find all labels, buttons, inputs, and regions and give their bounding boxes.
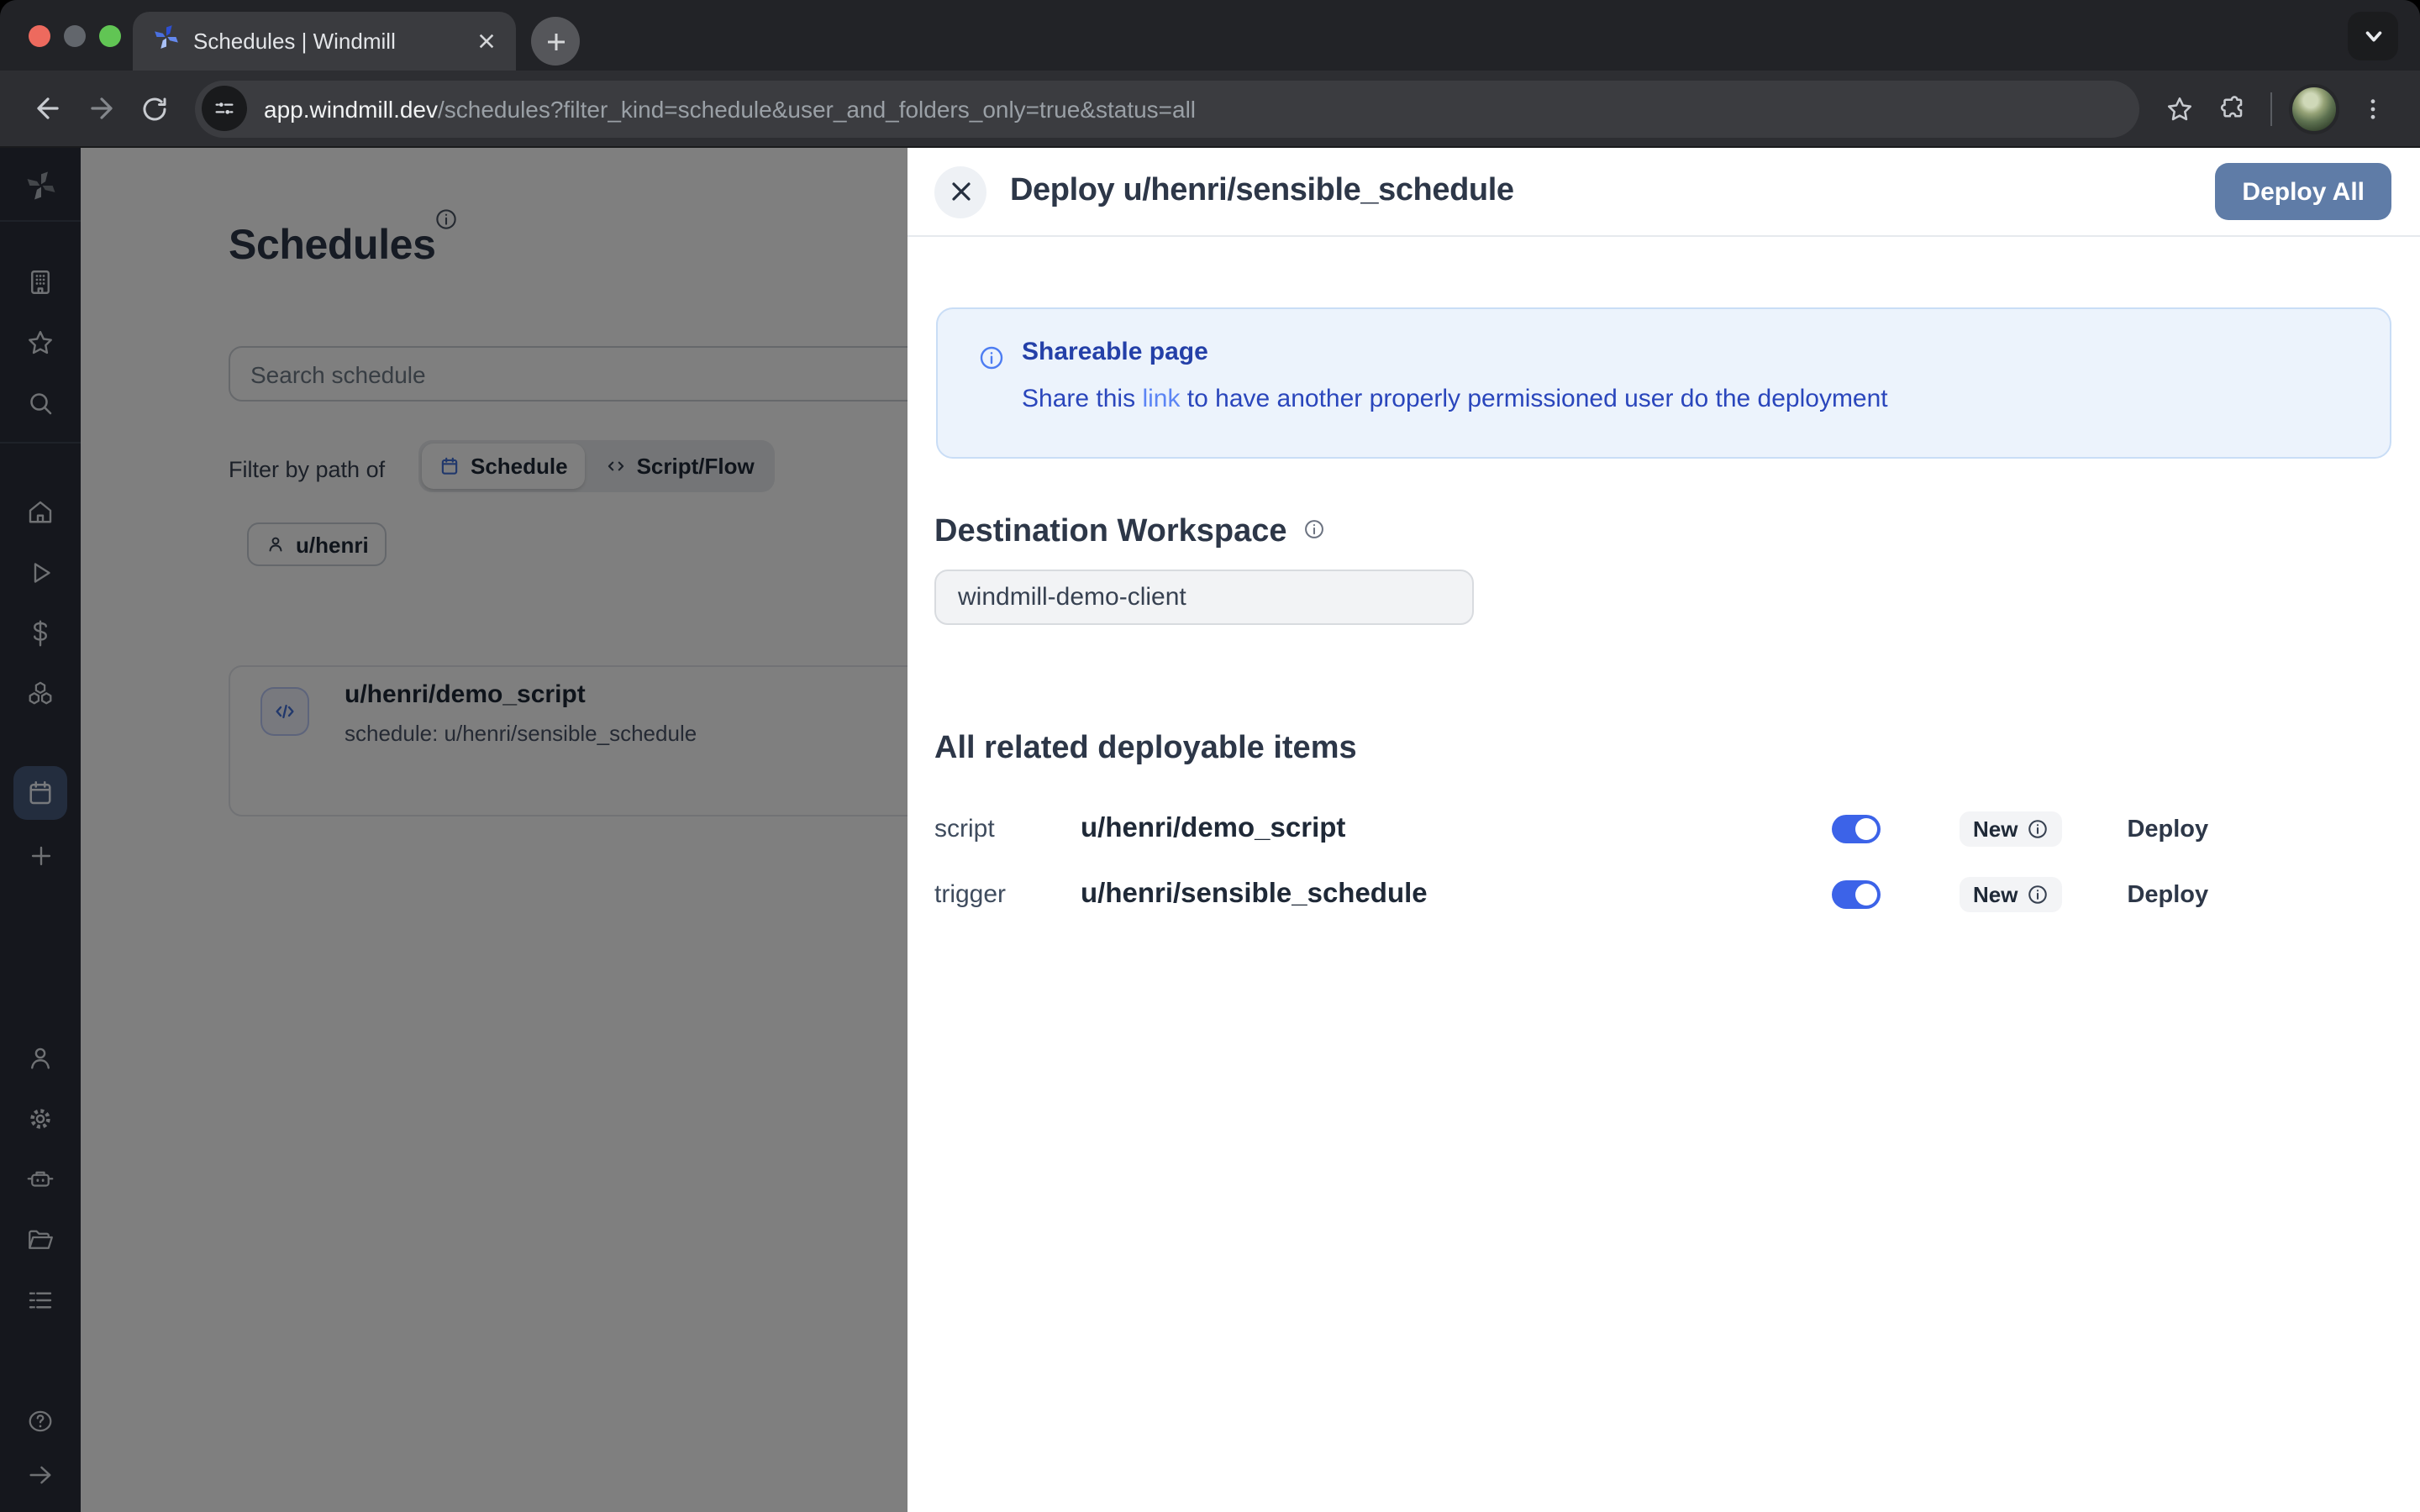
destination-workspace-input[interactable]	[934, 570, 1474, 625]
minimize-window-button[interactable]	[64, 25, 86, 47]
tab-title: Schedules | Windmill	[193, 29, 457, 54]
close-window-button[interactable]	[29, 25, 50, 47]
destination-workspace-heading: Destination Workspace	[934, 514, 1326, 551]
item-path: u/henri/demo_script	[1081, 813, 1832, 845]
item-enable-toggle[interactable]	[1832, 815, 1881, 843]
item-path: u/henri/sensible_schedule	[1081, 879, 1832, 911]
deploy-all-button[interactable]: Deploy All	[2215, 163, 2391, 220]
drawer-close-button[interactable]	[934, 165, 986, 218]
toggle-knob	[1855, 884, 1877, 906]
toggle-knob	[1855, 818, 1877, 840]
infobox-body-prefix: Share this	[1022, 385, 1142, 413]
item-deploy-button[interactable]: Deploy	[2127, 816, 2208, 843]
forward-button[interactable]	[74, 81, 128, 135]
zoom-window-button[interactable]	[99, 25, 121, 47]
deploy-drawer: Deploy u/henri/sensible_schedule Deploy …	[908, 148, 2420, 1512]
tab-schedules[interactable]: Schedules | Windmill	[133, 12, 516, 71]
site-settings-icon[interactable]	[202, 86, 247, 131]
drawer-header: Deploy u/henri/sensible_schedule Deploy …	[908, 148, 2420, 237]
browser-window: Schedules | Windmill	[0, 0, 2420, 1512]
windmill-favicon	[153, 24, 180, 59]
item-deploy-button[interactable]: Deploy	[2127, 881, 2208, 908]
extensions-puzzle-icon[interactable]	[2207, 81, 2260, 135]
new-tab-button[interactable]	[531, 17, 580, 66]
destination-workspace-label: Destination Workspace	[934, 514, 1287, 551]
deployable-items-list: script u/henri/demo_script New Deploy tr…	[934, 796, 2403, 927]
item-kind: trigger	[934, 880, 1081, 909]
destination-info-icon[interactable]	[1302, 514, 1326, 551]
address-bar[interactable]: app.windmill.dev/schedules?filter_kind=s…	[195, 80, 2139, 137]
deployable-items-heading: All related deployable items	[934, 731, 1357, 768]
reload-button[interactable]	[128, 81, 182, 135]
toolbar-divider	[2270, 92, 2272, 125]
url-domain: app.windmill.dev	[264, 95, 438, 122]
back-button[interactable]	[20, 81, 74, 135]
infobox-body-suffix: to have another properly permissioned us…	[1180, 385, 1887, 413]
info-circle-icon	[978, 344, 1005, 380]
item-enable-toggle[interactable]	[1832, 880, 1881, 909]
item-status-badge: New	[1960, 877, 2061, 912]
badge-label: New	[1973, 882, 2018, 907]
browser-menu-icon[interactable]	[2346, 81, 2400, 135]
traffic-lights	[29, 25, 121, 47]
url-path: /schedules?filter_kind=schedule&user_and…	[438, 95, 1196, 122]
browser-toolbar: app.windmill.dev/schedules?filter_kind=s…	[0, 71, 2420, 148]
tab-search-chevron-button[interactable]	[2348, 12, 2398, 60]
deployable-item-row: script u/henri/demo_script New Deploy	[934, 796, 2403, 862]
badge-info-icon[interactable]	[2026, 818, 2048, 840]
tab-strip: Schedules | Windmill	[0, 0, 2420, 71]
infobox-body: Share this link to have another properly…	[1022, 385, 1888, 413]
tab-close-icon[interactable]	[471, 26, 501, 56]
deployable-item-row: trigger u/henri/sensible_schedule New De…	[934, 862, 2403, 927]
profile-avatar[interactable]	[2289, 83, 2339, 134]
modal-overlay[interactable]	[0, 148, 908, 1512]
app-viewport: Schedules Filter by path of Schedule Scr…	[0, 148, 2420, 1512]
screen: Schedules | Windmill	[0, 0, 2420, 1512]
drawer-title: Deploy u/henri/sensible_schedule	[1010, 173, 1514, 210]
close-icon	[949, 180, 972, 203]
badge-info-icon[interactable]	[2026, 884, 2048, 906]
item-status-badge: New	[1960, 811, 2061, 847]
bookmark-star-icon[interactable]	[2153, 81, 2207, 135]
share-link[interactable]: link	[1142, 385, 1180, 413]
shareable-page-infobox: Shareable page Share this link to have a…	[936, 307, 2391, 459]
url-text: app.windmill.dev/schedules?filter_kind=s…	[264, 95, 1196, 122]
item-kind: script	[934, 815, 1081, 843]
badge-label: New	[1973, 816, 2018, 842]
infobox-title: Shareable page	[1022, 338, 1208, 366]
